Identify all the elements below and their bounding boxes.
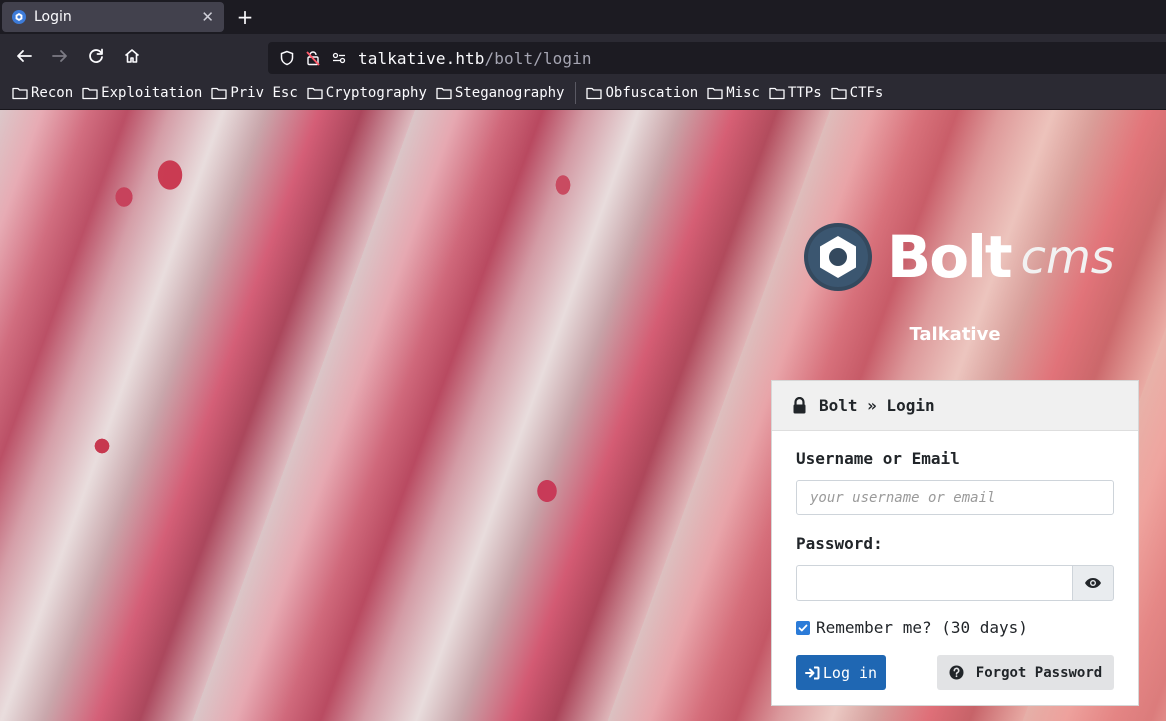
username-input[interactable] [796,480,1114,515]
forward-arrow-icon [52,50,67,62]
folder-icon [436,87,452,99]
show-password-button[interactable] [1072,565,1114,601]
new-tab-button[interactable]: + [232,4,258,30]
login-card-title: Bolt » Login [819,396,935,415]
bookmark-folder-recon[interactable]: Recon [12,85,73,101]
url-host: talkative.htb [358,48,485,68]
url-path: /bolt/login [484,48,592,68]
forgot-password-label: Forgot Password [975,664,1103,681]
checkmark-icon [798,624,808,631]
remember-me-label[interactable]: Remember me? (30 days) [816,618,1028,637]
folder-icon [82,87,98,99]
login-card: Bolt » Login Username or Email Password:… [771,380,1139,706]
site-name: Talkative [909,324,1001,345]
folder-icon [307,87,323,99]
bookmark-folder-obfuscation[interactable]: Obfuscation [586,85,698,101]
remember-me-row: Remember me? (30 days) [796,618,1114,637]
bookmark-label: Steganography [454,84,565,101]
back-arrow-icon [17,50,32,62]
insecure-lock-icon[interactable] [302,47,324,69]
bolt-cms-logo: Bolt cms [803,222,1115,292]
bookmark-label: Obfuscation [605,84,699,101]
password-group [796,565,1114,601]
close-tab-icon[interactable]: ✕ [201,8,214,26]
url-bar[interactable]: talkative.htb/bolt/login [268,42,1166,74]
tab-strip: Login ✕ + [0,0,1166,34]
bookmark-folder-misc[interactable]: Misc [707,85,760,101]
bookmark-label: TTPs [787,84,822,101]
sign-in-icon [804,666,820,679]
page-background: Bolt cms Talkative Bolt » Login Username… [0,110,1166,721]
password-label: Password: [796,534,883,553]
bookmark-folder-ctfs[interactable]: CTFs [830,84,884,101]
logo-wordmark-cms: cms [1020,230,1115,284]
forward-button[interactable] [46,42,74,70]
bookmark-label: Cryptography [325,84,427,101]
forgot-password-button[interactable]: Forgot Password [937,655,1114,690]
bookmark-folder-steganography[interactable]: Steganography [436,84,565,101]
bookmarks-toolbar: Recon Exploitation Priv Esc Cryptography… [0,76,1166,110]
password-input[interactable] [796,565,1072,601]
back-button[interactable] [10,42,38,70]
question-circle-icon [949,665,964,680]
bookmark-label: CTFs [849,84,884,101]
bookmark-label: Priv Esc [230,84,298,101]
lock-icon [793,397,806,414]
url-text: talkative.htb/bolt/login [358,49,592,68]
home-icon [124,49,140,63]
bolt-favicon-icon [12,10,26,24]
permissions-icon[interactable] [328,47,350,69]
login-actions: Log in Forgot Password [796,655,1114,690]
reload-button[interactable] [82,42,110,70]
bookmark-folder-cryptography[interactable]: Cryptography [307,85,427,101]
bookmark-folder-ttps[interactable]: TTPs [769,85,822,101]
login-button-label: Log in [822,663,878,682]
username-label: Username or Email [796,449,960,468]
folder-icon [211,87,227,99]
folder-icon [769,87,785,99]
logo-wordmark-bold: Bolt [887,223,1013,291]
reload-icon [89,48,103,63]
bookmark-label: Misc [726,84,760,101]
login-card-header: Bolt » Login [772,381,1138,431]
bookmark-label: Recon [31,84,74,101]
bookmark-label: Exploitation [101,84,203,101]
bookmark-folder-priv-esc[interactable]: Priv Esc [211,84,298,101]
remember-me-checkbox[interactable] [796,620,810,635]
bookmark-folder-exploitation[interactable]: Exploitation [82,85,202,101]
home-button[interactable] [118,42,146,70]
folder-icon [12,87,28,99]
folder-icon [586,87,603,99]
folder-icon [830,87,847,99]
tab-title: Login [34,9,72,25]
login-button[interactable]: Log in [796,655,886,690]
tab-login[interactable]: Login ✕ [2,2,224,32]
login-form: Username or Email Password: Remember me?… [772,431,1138,690]
bookmarks-separator [575,81,577,104]
bolt-logo-icon [804,223,872,291]
folder-icon [707,87,723,99]
eye-icon [1085,578,1101,588]
tracking-protection-shield-icon[interactable] [276,47,298,69]
